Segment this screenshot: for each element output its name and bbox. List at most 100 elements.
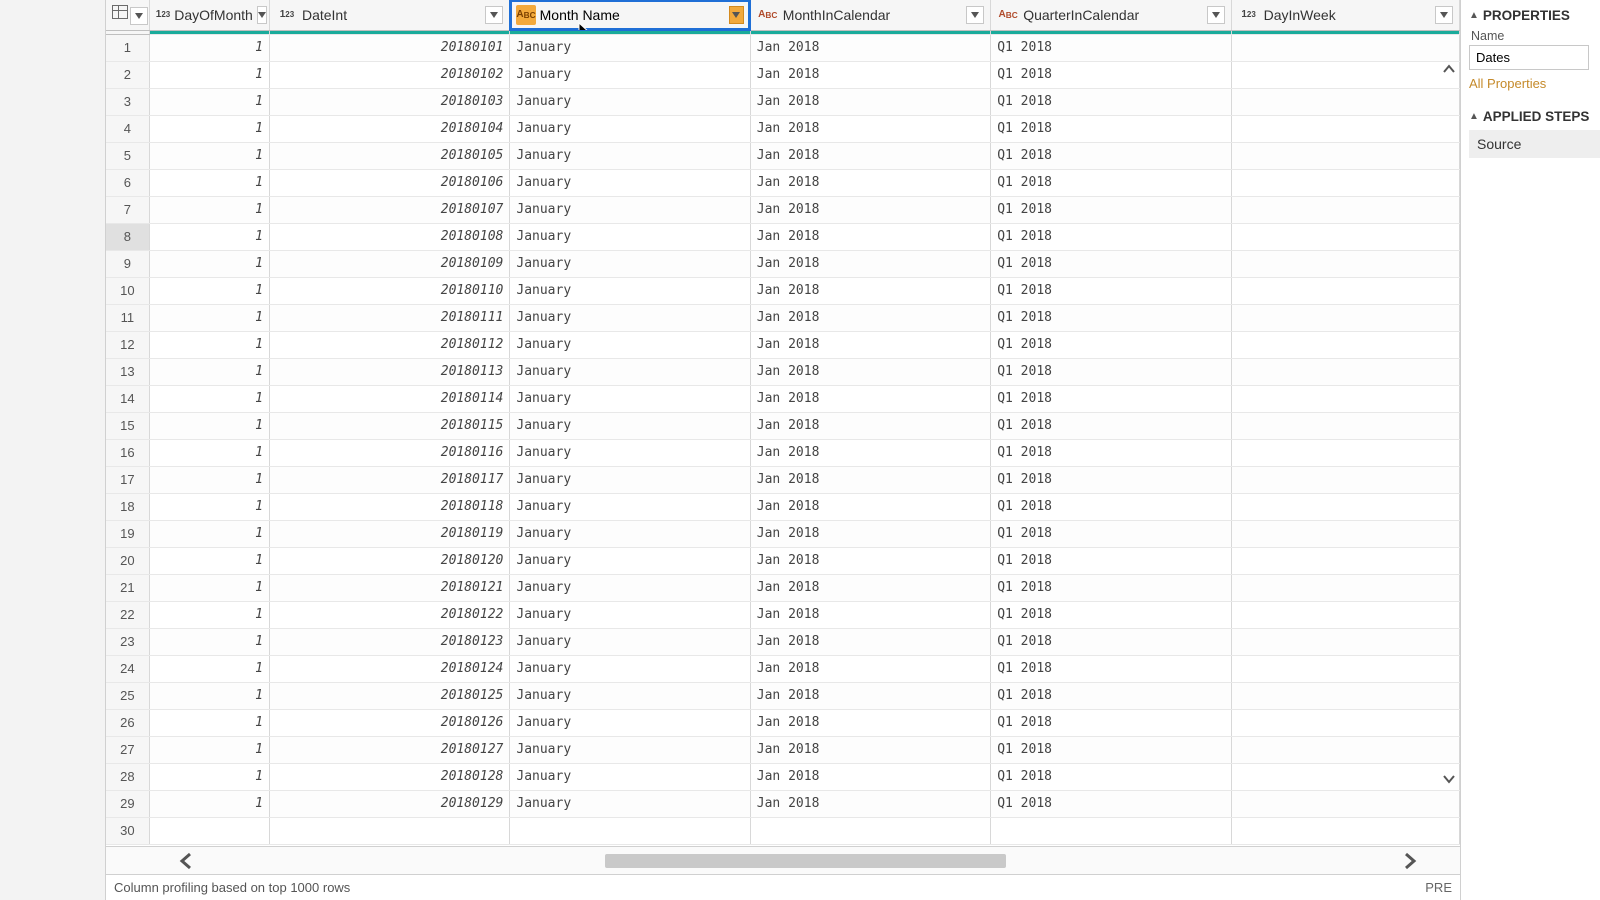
cell-dayinweek[interactable]: [1231, 169, 1459, 196]
cell-dayofmonth[interactable]: 1: [149, 790, 269, 817]
row-number[interactable]: 16: [106, 439, 149, 466]
table-row[interactable]: 11120180111JanuaryJan 2018Q1 2018: [106, 304, 1460, 331]
table-row[interactable]: 6120180106JanuaryJan 2018Q1 2018: [106, 169, 1460, 196]
cell-quarterincalendar[interactable]: Q1 2018: [991, 142, 1231, 169]
cell-quarterincalendar[interactable]: Q1 2018: [991, 385, 1231, 412]
table-row[interactable]: 29120180129JanuaryJan 2018Q1 2018: [106, 790, 1460, 817]
cell-dateint[interactable]: 20180120: [269, 547, 509, 574]
cell-dayinweek[interactable]: [1231, 223, 1459, 250]
table-row[interactable]: 10120180110JanuaryJan 2018Q1 2018: [106, 277, 1460, 304]
table-row[interactable]: 19120180119JanuaryJan 2018Q1 2018: [106, 520, 1460, 547]
cell-monthincalendar[interactable]: Jan 2018: [750, 277, 990, 304]
row-number[interactable]: 11: [106, 304, 149, 331]
row-number[interactable]: 21: [106, 574, 149, 601]
column-header-monthincalendar[interactable]: ABCMonthInCalendar: [750, 0, 990, 30]
cell-quarterincalendar[interactable]: Q1 2018: [991, 790, 1231, 817]
cell-quarterincalendar[interactable]: Q1 2018: [991, 466, 1231, 493]
cell-monthname[interactable]: January: [510, 250, 750, 277]
cell-dateint[interactable]: 20180107: [269, 196, 509, 223]
cell-monthname[interactable]: January: [510, 709, 750, 736]
cell-dateint[interactable]: 20180108: [269, 223, 509, 250]
cell-monthname[interactable]: January: [510, 169, 750, 196]
cell-monthincalendar[interactable]: Jan 2018: [750, 439, 990, 466]
cell-dateint[interactable]: 20180117: [269, 466, 509, 493]
cell-quarterincalendar[interactable]: Q1 2018: [991, 736, 1231, 763]
table-row[interactable]: 24120180124JanuaryJan 2018Q1 2018: [106, 655, 1460, 682]
all-properties-link[interactable]: All Properties: [1469, 76, 1546, 91]
cell-monthincalendar[interactable]: Jan 2018: [750, 61, 990, 88]
queries-pane-collapsed[interactable]: [0, 0, 106, 900]
table-row[interactable]: 28120180128JanuaryJan 2018Q1 2018: [106, 763, 1460, 790]
cell-dayinweek[interactable]: [1231, 574, 1459, 601]
column-filter-monthname[interactable]: [729, 6, 744, 24]
cell-dayofmonth[interactable]: 1: [149, 61, 269, 88]
cell-monthname[interactable]: January: [510, 88, 750, 115]
cell-monthincalendar[interactable]: Jan 2018: [750, 250, 990, 277]
column-filter-quarterincalendar[interactable]: [1207, 6, 1225, 24]
cell-dayofmonth[interactable]: 1: [149, 358, 269, 385]
cell-dayinweek[interactable]: [1231, 466, 1459, 493]
cell-quarterincalendar[interactable]: Q1 2018: [991, 61, 1231, 88]
cell-dayinweek[interactable]: [1231, 412, 1459, 439]
cell-dayofmonth[interactable]: 1: [149, 655, 269, 682]
cell-quarterincalendar[interactable]: Q1 2018: [991, 574, 1231, 601]
cell-monthincalendar[interactable]: Jan 2018: [750, 304, 990, 331]
table-corner-menu[interactable]: [106, 0, 149, 30]
table-row[interactable]: 8120180108JanuaryJan 2018Q1 2018: [106, 223, 1460, 250]
cell-quarterincalendar[interactable]: Q1 2018: [991, 412, 1231, 439]
cell-monthincalendar[interactable]: Jan 2018: [750, 574, 990, 601]
cell-monthname[interactable]: January: [510, 304, 750, 331]
cell-monthname[interactable]: January: [510, 277, 750, 304]
cell-dayinweek[interactable]: [1231, 655, 1459, 682]
cell-dayofmonth[interactable]: 1: [149, 250, 269, 277]
table-row[interactable]: 3120180103JanuaryJan 2018Q1 2018: [106, 88, 1460, 115]
cell-quarterincalendar[interactable]: Q1 2018: [991, 601, 1231, 628]
cell-dayofmonth[interactable]: 1: [149, 385, 269, 412]
cell-dayinweek[interactable]: [1231, 304, 1459, 331]
cell-dayinweek[interactable]: [1231, 493, 1459, 520]
row-number[interactable]: 25: [106, 682, 149, 709]
cell-quarterincalendar[interactable]: Q1 2018: [991, 169, 1231, 196]
cell-dayofmonth[interactable]: 1: [149, 169, 269, 196]
cell-quarterincalendar[interactable]: Q1 2018: [991, 358, 1231, 385]
cell-dayofmonth[interactable]: 1: [149, 601, 269, 628]
row-number[interactable]: 4: [106, 115, 149, 142]
cell-monthname[interactable]: January: [510, 223, 750, 250]
cell-monthincalendar[interactable]: Jan 2018: [750, 547, 990, 574]
cell-quarterincalendar[interactable]: Q1 2018: [991, 682, 1231, 709]
row-number[interactable]: 22: [106, 601, 149, 628]
cell-quarterincalendar[interactable]: Q1 2018: [991, 115, 1231, 142]
scroll-right-icon[interactable]: [1390, 847, 1430, 874]
column-header-dateint[interactable]: 123DateInt: [269, 0, 509, 30]
table-row[interactable]: 5120180105JanuaryJan 2018Q1 2018: [106, 142, 1460, 169]
cell-quarterincalendar[interactable]: Q1 2018: [991, 547, 1231, 574]
cell-monthincalendar[interactable]: Jan 2018: [750, 115, 990, 142]
cell-dayofmonth[interactable]: 1: [149, 142, 269, 169]
cell-dayinweek[interactable]: [1231, 385, 1459, 412]
cell-quarterincalendar[interactable]: [991, 817, 1231, 844]
cell-dateint[interactable]: 20180103: [269, 88, 509, 115]
cell-monthincalendar[interactable]: Jan 2018: [750, 385, 990, 412]
table-row[interactable]: 2120180102JanuaryJan 2018Q1 2018: [106, 61, 1460, 88]
row-number[interactable]: 27: [106, 736, 149, 763]
cell-dayinweek[interactable]: [1231, 358, 1459, 385]
cell-monthname[interactable]: January: [510, 763, 750, 790]
cell-dayinweek[interactable]: [1231, 115, 1459, 142]
cell-monthincalendar[interactable]: Jan 2018: [750, 520, 990, 547]
cell-monthname[interactable]: January: [510, 790, 750, 817]
cell-dateint[interactable]: 20180110: [269, 277, 509, 304]
cell-dayofmonth[interactable]: 1: [149, 736, 269, 763]
row-number[interactable]: 30: [106, 817, 149, 844]
cell-quarterincalendar[interactable]: Q1 2018: [991, 196, 1231, 223]
cell-monthname[interactable]: January: [510, 412, 750, 439]
cell-monthname[interactable]: January: [510, 655, 750, 682]
cell-dayinweek[interactable]: [1231, 601, 1459, 628]
cell-dateint[interactable]: 20180128: [269, 763, 509, 790]
properties-section-title[interactable]: ▲ PROPERTIES: [1469, 8, 1600, 23]
cell-dayofmonth[interactable]: 1: [149, 277, 269, 304]
cell-monthname[interactable]: January: [510, 439, 750, 466]
cell-dateint[interactable]: 20180106: [269, 169, 509, 196]
cell-monthincalendar[interactable]: Jan 2018: [750, 709, 990, 736]
column-rename-input[interactable]: [540, 7, 725, 23]
row-number[interactable]: 26: [106, 709, 149, 736]
